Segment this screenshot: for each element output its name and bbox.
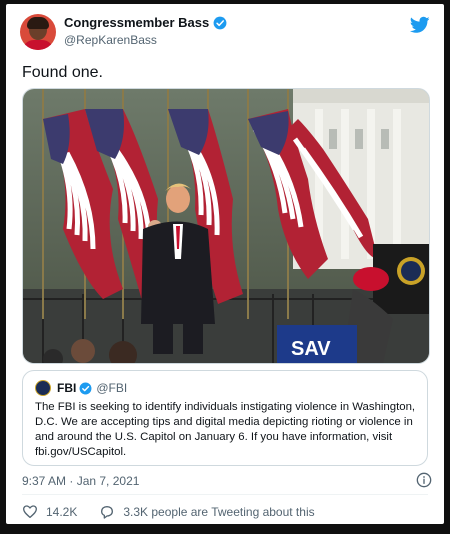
speech-bubble-icon bbox=[101, 506, 114, 519]
quoted-author-name: FBI bbox=[57, 381, 77, 395]
fbi-avatar bbox=[35, 380, 51, 396]
verified-badge-icon bbox=[213, 16, 227, 29]
quoted-author-handle: @FBI bbox=[96, 381, 128, 395]
tweeting-about-action[interactable]: 3.3K people are Tweeting about this bbox=[99, 504, 315, 520]
quoted-tweet[interactable]: FBI @FBI The FBI is seeking to identify … bbox=[22, 370, 428, 466]
author-name-row[interactable]: Congressmember Bass bbox=[64, 15, 227, 30]
heart-icon bbox=[23, 505, 37, 518]
avatar[interactable] bbox=[20, 14, 56, 50]
quoted-tweet-header: FBI @FBI bbox=[35, 380, 127, 396]
tweet-text: Found one. bbox=[22, 64, 103, 81]
author-handle[interactable]: @RepKarenBass bbox=[64, 33, 157, 47]
like-action[interactable]: 14.2K bbox=[22, 504, 77, 520]
crowd-sign-text: SAV bbox=[291, 338, 331, 360]
like-count: 14.2K bbox=[46, 505, 78, 519]
twitter-bird-icon[interactable] bbox=[410, 16, 430, 34]
tweet-card: Congressmember Bass @RepKarenBass Found … bbox=[6, 4, 444, 524]
tweeting-about-text: 3.3K people are Tweeting about this bbox=[123, 505, 315, 519]
divider bbox=[22, 494, 428, 495]
tweet-timestamp[interactable]: 9:37 AM · Jan 7, 2021 bbox=[22, 474, 139, 488]
verified-badge-icon bbox=[79, 382, 92, 394]
info-icon[interactable] bbox=[416, 472, 432, 488]
author-display-name[interactable]: Congressmember Bass bbox=[64, 15, 209, 30]
tweet-actions: 14.2K 3.3K people are Tweeting about thi… bbox=[22, 504, 337, 520]
photo-scene: SAV bbox=[23, 89, 429, 363]
tweet-photo[interactable]: SAV bbox=[22, 88, 430, 364]
quoted-tweet-text: The FBI is seeking to identify individua… bbox=[35, 401, 416, 458]
